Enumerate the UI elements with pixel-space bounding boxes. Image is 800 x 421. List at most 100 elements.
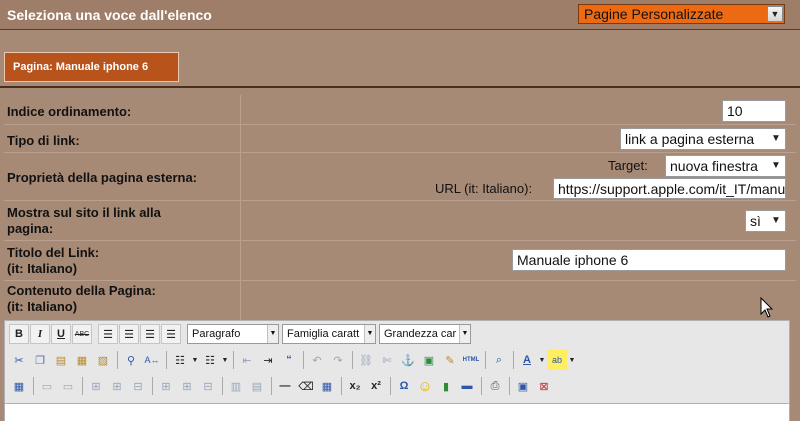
insert-col-before-icon[interactable]: ⊞: [156, 376, 176, 396]
delete-row-icon[interactable]: ⊟: [128, 376, 148, 396]
chevron-down-icon[interactable]: ▼: [364, 325, 375, 343]
text-color-icon[interactable]: A: [517, 350, 537, 370]
preview-icon[interactable]: ⌕: [489, 350, 509, 370]
unlink-icon[interactable]: ✄: [377, 350, 397, 370]
delete-col-icon[interactable]: ⊟: [198, 376, 218, 396]
align-left-icon[interactable]: ☰: [98, 324, 118, 344]
header-bar: Seleziona una voce dall'elenco Pagine Pe…: [0, 0, 800, 30]
show-link-value: sì: [750, 213, 761, 229]
page-tab[interactable]: Pagina: Manuale iphone 6: [4, 52, 179, 82]
url-label: URL (it: Italiano):: [435, 181, 533, 196]
align-justify-icon[interactable]: ☰: [161, 324, 181, 344]
special-char-icon[interactable]: Ω: [394, 376, 414, 396]
merge-cells-icon[interactable]: ▤: [247, 376, 267, 396]
sort-index-input[interactable]: 10: [722, 100, 786, 122]
image-icon[interactable]: ▣: [419, 350, 439, 370]
external-props-label: Proprietà della pagina esterna:: [7, 170, 198, 185]
chevron-down-icon[interactable]: ▼: [767, 6, 783, 22]
toolbar-row-2: ✂ ❐ ▤ ▦ ▧ ⚲ A↔ ☷ ▼ ☷ ▼ ⇤ ⇥ “ ↶ ↷ ⛓ ✄ ⚓ ▣…: [9, 349, 577, 371]
target-label: Target:: [608, 158, 648, 173]
bullet-list-icon[interactable]: ☷: [170, 350, 190, 370]
header-title: Seleziona una voce dall'elenco: [7, 7, 212, 23]
replace-icon[interactable]: A↔: [142, 350, 162, 370]
media-icon[interactable]: ▮: [436, 376, 456, 396]
align-right-icon[interactable]: ☰: [140, 324, 160, 344]
highlight-color-icon[interactable]: ab: [547, 350, 567, 370]
paste-word-icon[interactable]: ▧: [93, 350, 113, 370]
indent-icon[interactable]: ⇥: [258, 350, 278, 370]
copy-icon[interactable]: ❐: [30, 350, 50, 370]
italic-icon[interactable]: I: [30, 324, 50, 344]
chevron-down-icon[interactable]: ▼: [768, 132, 784, 148]
subscript-icon[interactable]: x₂: [345, 376, 365, 396]
cleanup-icon[interactable]: ✎: [440, 350, 460, 370]
template-icon[interactable]: ⊠: [534, 376, 554, 396]
toolbar-row-1: B I U ABC ☰ ☰ ☰ ☰ Paragrafo ▼ Famiglia c…: [9, 323, 474, 345]
chevron-down-icon[interactable]: ▼: [538, 350, 546, 370]
section-select-value: Pagine Personalizzate: [584, 6, 724, 22]
underline-icon[interactable]: U: [51, 324, 71, 344]
divider: [0, 86, 800, 88]
insert-row-before-icon[interactable]: ⊞: [86, 376, 106, 396]
mouse-cursor-icon: [760, 297, 774, 318]
link-type-select[interactable]: link a pagina esterna ▼: [620, 128, 786, 150]
anchor-icon[interactable]: ⚓: [398, 350, 418, 370]
table-cell-props-icon[interactable]: ▭: [58, 376, 78, 396]
strikethrough-icon[interactable]: ABC: [72, 324, 92, 344]
page-content-label-2: (it: Italiano): [7, 299, 78, 314]
font-family-combo[interactable]: Famiglia caratt ▼: [282, 324, 376, 344]
numbered-list-icon[interactable]: ☷: [200, 350, 220, 370]
fullscreen-icon[interactable]: ▣: [513, 376, 533, 396]
page-form: Indice ordinamento: 10 Tipo di link: lin…: [4, 95, 796, 321]
editor-content-area[interactable]: [5, 403, 789, 421]
emoticon-icon[interactable]: ☺: [415, 376, 435, 396]
toolbar-row-3: ▦ ▭ ▭ ⊞ ⊞ ⊟ ⊞ ⊞ ⊟ ▥ ▤ — ⌫ ▦ x₂ x² Ω ☺ ▮ …: [9, 375, 555, 397]
chevron-down-icon[interactable]: ▼: [568, 350, 576, 370]
superscript-icon[interactable]: x²: [366, 376, 386, 396]
undo-icon[interactable]: ↶: [307, 350, 327, 370]
split-cells-icon[interactable]: ▥: [226, 376, 246, 396]
chevron-down-icon[interactable]: ▼: [768, 214, 784, 230]
insert-col-after-icon[interactable]: ⊞: [177, 376, 197, 396]
horizontal-rule-icon[interactable]: —: [275, 376, 295, 396]
url-input[interactable]: https://support.apple.com/it_IT/manu: [553, 178, 786, 199]
format-combo[interactable]: Paragrafo ▼: [187, 324, 279, 344]
font-size-combo[interactable]: Grandezza car ▼: [379, 324, 471, 344]
show-link-label-2: pagina:: [7, 221, 54, 236]
chevron-down-icon[interactable]: ▼: [267, 325, 278, 343]
target-select[interactable]: nuova finestra ▼: [665, 155, 786, 177]
link-icon[interactable]: ⛓: [356, 350, 376, 370]
blockquote-icon[interactable]: “: [279, 350, 299, 370]
link-title-label-2: (it: Italiano): [7, 261, 78, 276]
font-family-combo-value: Famiglia caratt: [287, 328, 360, 340]
link-type-label: Tipo di link:: [7, 133, 80, 148]
align-center-icon[interactable]: ☰: [119, 324, 139, 344]
html-source-icon[interactable]: HTML: [461, 350, 481, 370]
pagebreak-icon[interactable]: ▬: [457, 376, 477, 396]
chevron-down-icon[interactable]: ▼: [221, 350, 229, 370]
table-edit-icon[interactable]: ▦: [9, 376, 29, 396]
cut-icon[interactable]: ✂: [9, 350, 29, 370]
visual-aid-icon[interactable]: ▦: [317, 376, 337, 396]
chevron-down-icon[interactable]: ▼: [191, 350, 199, 370]
paste-text-icon[interactable]: ▦: [72, 350, 92, 370]
remove-format-icon[interactable]: ⌫: [296, 376, 316, 396]
redo-icon[interactable]: ↷: [328, 350, 348, 370]
print-icon[interactable]: ⎙: [485, 376, 505, 396]
insert-row-after-icon[interactable]: ⊞: [107, 376, 127, 396]
table-row-props-icon[interactable]: ▭: [37, 376, 57, 396]
section-select[interactable]: Pagine Personalizzate ▼: [578, 4, 785, 24]
chevron-down-icon[interactable]: ▼: [768, 159, 784, 175]
bold-icon[interactable]: B: [9, 324, 29, 344]
link-type-value: link a pagina esterna: [625, 131, 755, 147]
sort-index-label: Indice ordinamento:: [7, 104, 132, 119]
rich-text-editor: B I U ABC ☰ ☰ ☰ ☰ Paragrafo ▼ Famiglia c…: [4, 320, 790, 421]
link-title-input[interactable]: Manuale iphone 6: [512, 249, 786, 271]
target-value: nuova finestra: [670, 158, 758, 174]
format-combo-value: Paragrafo: [192, 328, 241, 340]
paste-icon[interactable]: ▤: [51, 350, 71, 370]
outdent-icon[interactable]: ⇤: [237, 350, 257, 370]
find-icon[interactable]: ⚲: [121, 350, 141, 370]
chevron-down-icon[interactable]: ▼: [459, 325, 470, 343]
show-link-select[interactable]: sì ▼: [745, 210, 786, 232]
